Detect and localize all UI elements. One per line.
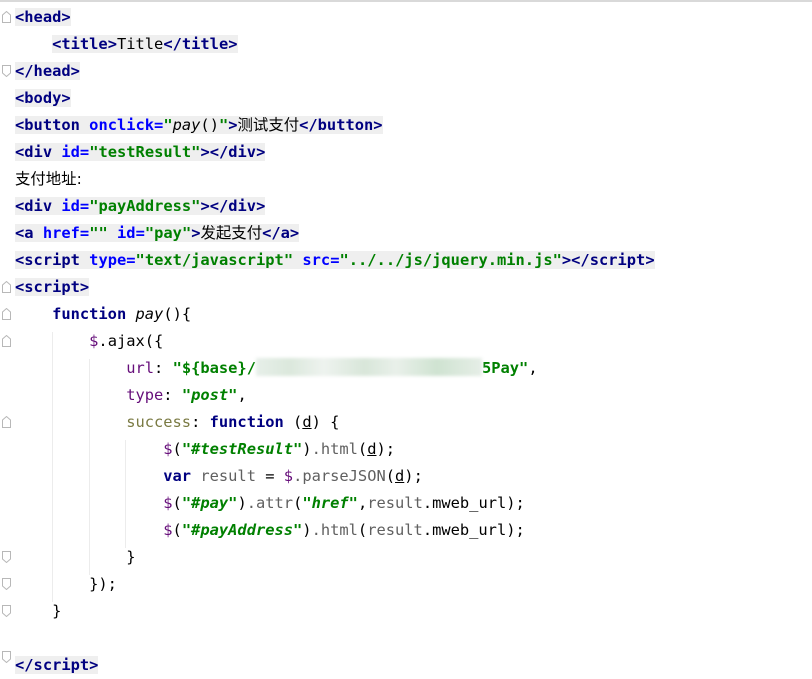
- code-line: $("#payAddress").html(result.mweb_url);: [163, 521, 525, 539]
- fold-end-marker-icon[interactable]: [2, 578, 11, 590]
- code-line: $("#pay").attr("href",result.mweb_url);: [163, 494, 525, 512]
- fold-end-marker-icon[interactable]: [2, 651, 11, 663]
- code-line: <head>: [15, 8, 71, 26]
- code-line: <button onclick="pay()">测试支付</button>: [15, 116, 383, 134]
- fold-marker-icon[interactable]: [2, 308, 11, 320]
- fold-end-marker-icon[interactable]: [2, 65, 11, 77]
- fold-marker-icon[interactable]: [2, 416, 11, 428]
- code-line: }: [52, 602, 62, 620]
- code-line: type: "post",: [126, 386, 247, 404]
- code-line: url: "${base}/5Pay",: [126, 358, 538, 377]
- code-line: var result = $.parseJSON(d);: [163, 467, 423, 485]
- code-line: $("#testResult").html(d);: [163, 440, 396, 458]
- code-line: <body>: [15, 89, 71, 107]
- editor-gutter: [0, 2, 14, 663]
- code-line: <a href="" id="pay">发起支付</a>: [15, 224, 300, 242]
- code-line: 支付地址:: [15, 170, 82, 188]
- code-line: </script>: [15, 656, 99, 674]
- code-line: <div id="testResult"></div>: [15, 143, 266, 161]
- code-line: function pay(){: [52, 305, 192, 323]
- code-line: }: [126, 548, 136, 566]
- fold-marker-icon[interactable]: [2, 11, 11, 23]
- code-line: <script>: [15, 278, 90, 296]
- code-line: <script type="text/javascript" src="../.…: [15, 251, 655, 269]
- fold-marker-icon[interactable]: [2, 281, 11, 293]
- code-line: <title>Title</title>: [52, 35, 238, 53]
- fold-end-marker-icon[interactable]: [2, 551, 11, 563]
- code-line: success: function (d) {: [126, 413, 340, 431]
- code-line: });: [89, 575, 117, 593]
- code-line: <div id="payAddress"></div>: [15, 197, 266, 215]
- code-line: </head>: [15, 62, 80, 80]
- editor-top-border: [0, 0, 812, 2]
- fold-end-marker-icon[interactable]: [2, 605, 11, 617]
- redacted-url-blur: [255, 358, 482, 376]
- fold-marker-icon[interactable]: [2, 335, 11, 347]
- code-editor[interactable]: <head> <title>Title</title> </head> <bod…: [15, 4, 655, 679]
- code-line: $.ajax({: [89, 332, 164, 350]
